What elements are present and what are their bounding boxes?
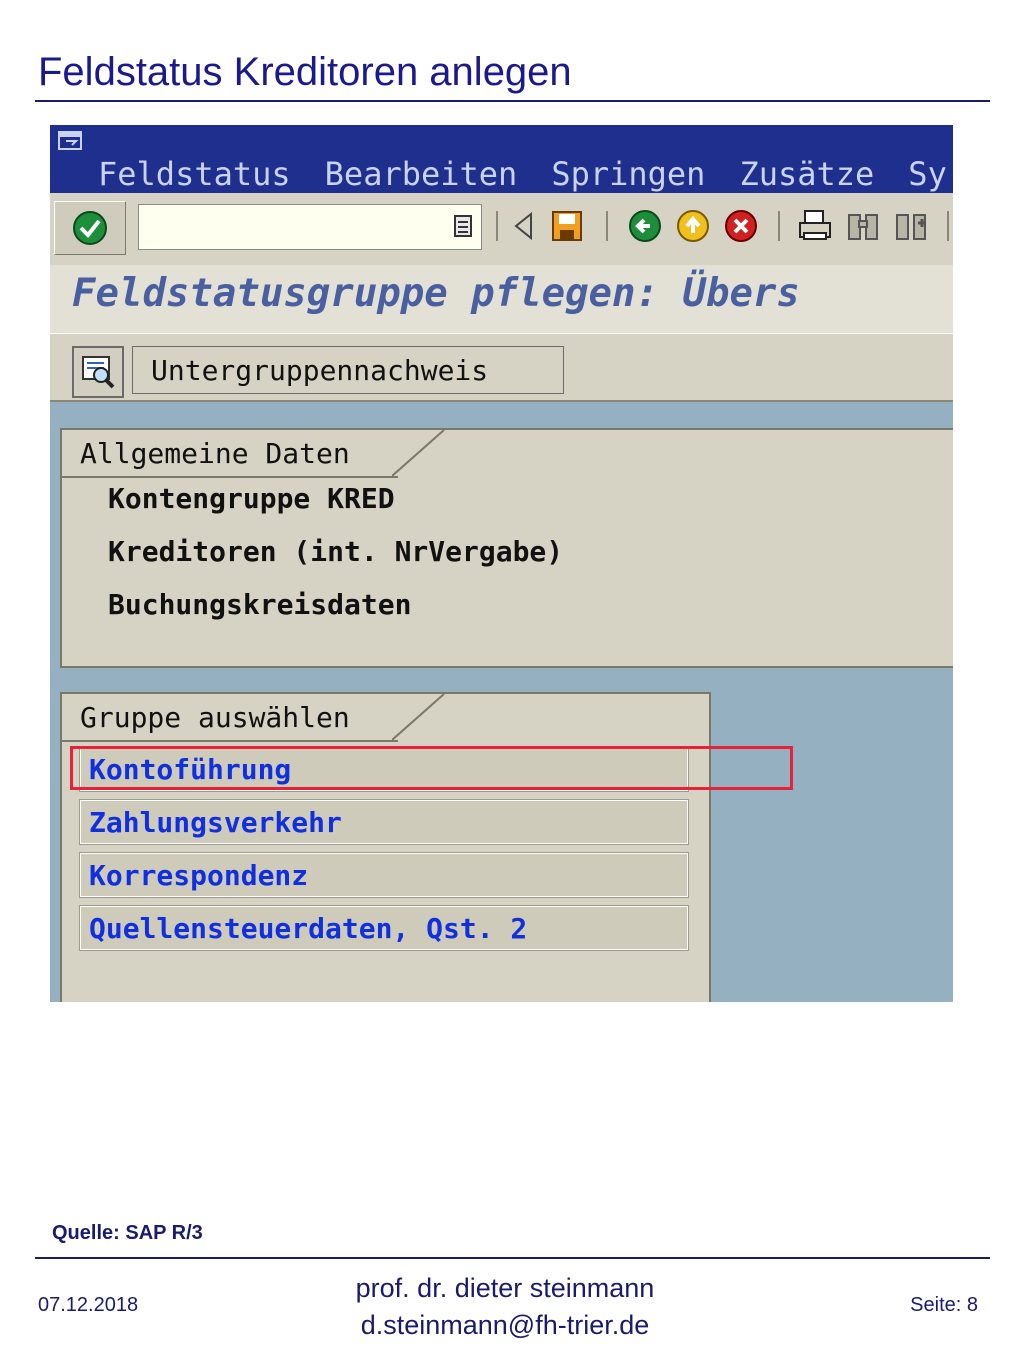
group-item-zahlungsverkehr[interactable]: Zahlungsverkehr bbox=[79, 799, 689, 845]
enter-button[interactable] bbox=[54, 201, 126, 255]
command-field[interactable] bbox=[138, 204, 482, 250]
menu-feldstatus[interactable]: Feldstatus bbox=[98, 155, 291, 193]
sap-screenshot: Feldstatus Bearbeiten Springen Zusätze S… bbox=[50, 125, 953, 1002]
general-data-box: Allgemeine Daten Kontengruppe KRED Kredi… bbox=[60, 428, 953, 668]
tab-edge bbox=[392, 430, 445, 477]
select-group-tab: Gruppe auswählen bbox=[80, 700, 350, 734]
application-toolbar: Untergruppennachweis bbox=[50, 333, 953, 402]
window-menu-icon[interactable] bbox=[58, 131, 84, 153]
title-divider bbox=[35, 100, 990, 102]
tab-underline bbox=[62, 740, 398, 742]
exit-icon[interactable] bbox=[676, 209, 710, 243]
slide-title: Feldstatus Kreditoren anlegen bbox=[38, 50, 572, 94]
dropdown-list-icon[interactable] bbox=[453, 214, 473, 238]
footer-author: prof. dr. dieter steinmann d.steinmann@f… bbox=[300, 1270, 710, 1344]
select-group-box: Gruppe auswählen Kontoführung Zahlungsve… bbox=[60, 692, 711, 1002]
general-data-tab: Allgemeine Daten bbox=[80, 436, 350, 470]
highlight-box bbox=[70, 746, 793, 790]
menu-zusaetze[interactable]: Zusätze bbox=[739, 155, 874, 193]
magnifier-list-icon bbox=[82, 356, 115, 389]
standard-toolbar bbox=[50, 193, 953, 267]
account-group-desc: Kreditoren (int. NrVergabe) bbox=[108, 535, 564, 568]
source-note: Quelle: SAP R/3 bbox=[52, 1222, 203, 1244]
toolbar-separator bbox=[947, 211, 949, 241]
subgroup-button[interactable]: Untergruppennachweis bbox=[132, 346, 564, 394]
cancel-icon[interactable] bbox=[724, 209, 758, 243]
check-icon bbox=[73, 211, 107, 245]
subgroup-list-button[interactable] bbox=[72, 346, 124, 398]
group-item-quellensteuer[interactable]: Quellensteuerdaten, Qst. 2 bbox=[79, 905, 689, 951]
author-name: prof. dr. dieter steinmann bbox=[355, 1273, 655, 1303]
back-icon[interactable] bbox=[628, 209, 662, 243]
footer-date: 07.12.2018 bbox=[38, 1294, 139, 1316]
toolbar-separator bbox=[606, 211, 608, 241]
tab-edge bbox=[392, 694, 445, 741]
back-triangle-icon[interactable] bbox=[506, 209, 540, 243]
menu-bar: Feldstatus Bearbeiten Springen Zusätze S… bbox=[50, 125, 953, 193]
toolbar-separator bbox=[778, 211, 780, 241]
footer-divider bbox=[35, 1257, 990, 1259]
company-code-data-text: Buchungskreisdaten bbox=[108, 588, 412, 621]
tab-underline bbox=[62, 476, 398, 478]
find-next-icon[interactable] bbox=[894, 209, 928, 243]
menu-system[interactable]: Sy bbox=[908, 155, 947, 193]
menu-springen[interactable]: Springen bbox=[551, 155, 705, 193]
toolbar-separator bbox=[496, 211, 498, 241]
author-email: d.steinmann@fh-trier.de bbox=[360, 1310, 650, 1340]
menu-bearbeiten[interactable]: Bearbeiten bbox=[325, 155, 518, 193]
page-number: Seite: 8 bbox=[910, 1294, 978, 1316]
find-icon[interactable] bbox=[846, 209, 880, 243]
print-icon[interactable] bbox=[798, 209, 832, 243]
save-icon[interactable] bbox=[550, 209, 584, 243]
account-group-text: Kontengruppe KRED bbox=[108, 482, 395, 515]
menu-items: Feldstatus Bearbeiten Springen Zusätze S… bbox=[98, 155, 953, 193]
screen-title: Feldstatusgruppe pflegen: Übers bbox=[72, 271, 800, 316]
group-item-korrespondenz[interactable]: Korrespondenz bbox=[79, 852, 689, 898]
